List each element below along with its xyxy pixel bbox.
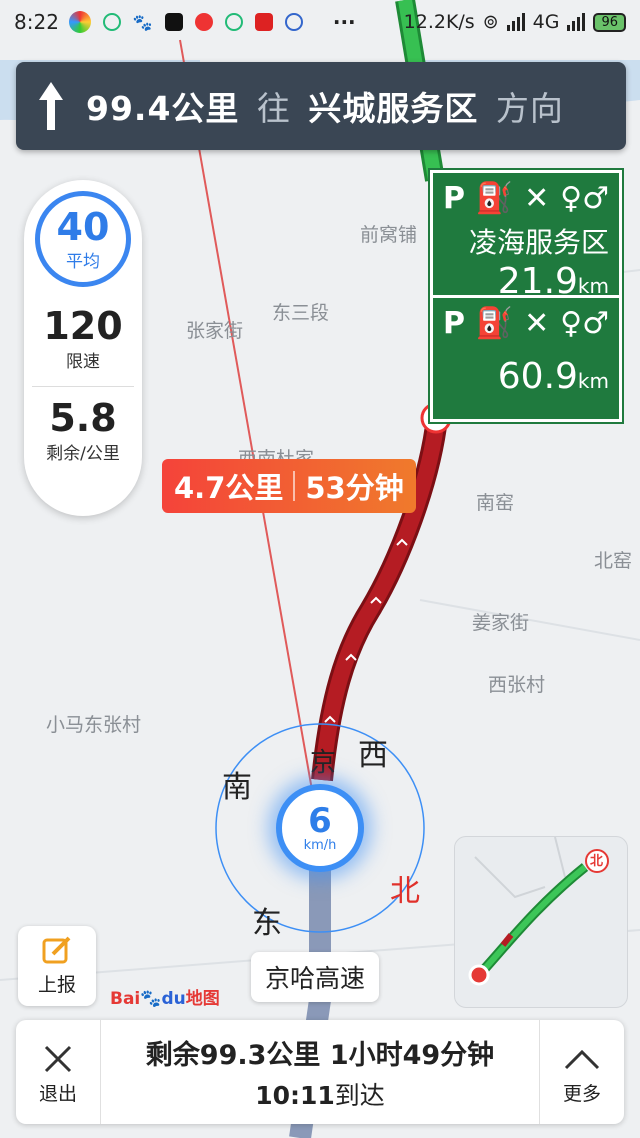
exit-button[interactable]: 退出 xyxy=(16,1020,100,1124)
service-area-distance: 60.9 xyxy=(497,356,578,397)
average-speed-badge: 40 平均 xyxy=(35,191,131,287)
tiktok-icon xyxy=(164,13,183,31)
banner-direction-word: 方向 xyxy=(495,89,564,128)
service-area-name: 凌海服务区 xyxy=(468,226,609,259)
more-button[interactable]: 更多 xyxy=(540,1020,624,1124)
report-button[interactable]: 上报 xyxy=(18,926,96,1006)
speed-limit: 120 限速 xyxy=(24,305,142,372)
news-icon xyxy=(254,13,273,31)
service-area-row: P ⛽ ✕ ♀♂ 60.9km xyxy=(433,295,619,417)
status-bar: 8:22 🐾 ··· 12.2K/s ⊚ 4G 96 xyxy=(0,0,640,44)
place-label: 张家街 xyxy=(186,320,244,342)
fuel-icon: ⛽ xyxy=(475,305,514,341)
edit-icon xyxy=(18,934,96,970)
logo-map: 地图 xyxy=(185,989,220,1009)
place-label: 西张村 xyxy=(488,674,546,696)
app-icon-2 xyxy=(102,13,121,31)
banner-target: 兴城服务区 xyxy=(308,89,479,128)
restaurant-icon: ✕ xyxy=(524,180,550,216)
paw-icon: 🐾 xyxy=(132,12,153,32)
minimap-north-icon: 北 xyxy=(590,854,604,869)
more-notifications-icon: ··· xyxy=(332,10,356,34)
current-speed-indicator: 6 km/h xyxy=(276,784,364,872)
current-speed-unit: km/h xyxy=(303,837,337,853)
banner-distance: 99.4公里 xyxy=(86,89,240,128)
distance-unit: km xyxy=(577,369,609,393)
signal-icon-2 xyxy=(567,13,586,31)
clock: 8:22 xyxy=(14,10,59,34)
speed-panel: 40 平均 120 限速 5.8 剩余/公里 xyxy=(24,180,142,516)
app-icon-8 xyxy=(284,13,303,31)
logo-du: du xyxy=(161,989,186,1009)
place-label: 姜家街 xyxy=(472,612,530,634)
divider xyxy=(293,471,296,501)
facility-icons: P ⛽ ✕ ♀♂ xyxy=(443,304,609,342)
place-label: 南窑 xyxy=(476,492,515,514)
weibo-icon xyxy=(194,13,213,31)
compass-west: 西 xyxy=(358,738,388,773)
compass-north: 北 xyxy=(390,874,420,909)
app-icon-6 xyxy=(224,13,243,31)
next-direction-banner[interactable]: 99.4公里 往 兴城服务区 方向 xyxy=(16,62,626,150)
compass-south: 南 xyxy=(222,770,252,805)
logo-bai: Bai xyxy=(110,989,141,1009)
chevron-up-icon xyxy=(564,1039,600,1079)
restroom-icon: ♀♂ xyxy=(560,180,609,216)
notification-icons: 🐾 ··· xyxy=(68,10,356,34)
facility-icons: P ⛽ ✕ ♀♂ xyxy=(443,179,609,217)
place-label: 小马东张村 xyxy=(46,714,142,736)
current-speed-value: 6 xyxy=(308,800,332,841)
remaining-distance-label: 剩余/公里 xyxy=(46,444,120,464)
bottom-bar: 退出 剩余99.3公里 1小时49分钟 10:11到达 更多 xyxy=(16,1020,624,1124)
signal-icon xyxy=(506,13,525,31)
straight-arrow-icon xyxy=(16,80,86,132)
remaining-distance: 5.8 剩余/公里 xyxy=(24,397,142,464)
average-speed-label: 平均 xyxy=(66,251,100,272)
network-type: 4G xyxy=(532,11,560,33)
battery-icon: 96 xyxy=(593,12,626,32)
parking-icon: P xyxy=(443,180,465,216)
logo-paw: 🐾 xyxy=(140,989,162,1009)
overview-minimap[interactable]: 北 xyxy=(454,836,628,1008)
circle-app-icon xyxy=(68,11,91,33)
speed-limit-label: 限速 xyxy=(66,352,100,372)
congestion-time: 53分钟 xyxy=(305,471,404,505)
current-road-name: 京哈高速 xyxy=(251,952,380,1002)
compass-east: 东 xyxy=(252,906,282,941)
fuel-icon: ⛽ xyxy=(475,180,514,216)
arrival-time: 10:11 xyxy=(255,1080,335,1110)
trip-summary[interactable]: 剩余99.3公里 1小时49分钟 10:11到达 xyxy=(100,1020,540,1124)
remaining-summary: 剩余99.3公里 1小时49分钟 xyxy=(145,1039,495,1071)
service-area-row: P ⛽ ✕ ♀♂ 凌海服务区 21.9km xyxy=(433,173,619,303)
arrival-label: 到达 xyxy=(334,1080,385,1110)
more-label: 更多 xyxy=(562,1082,601,1105)
place-label: 前窝铺 xyxy=(360,224,418,246)
banner-toward: 往 xyxy=(256,89,291,128)
place-label: 东三段 xyxy=(272,302,330,324)
average-speed-value: 40 xyxy=(56,204,110,249)
exit-label: 退出 xyxy=(38,1082,77,1105)
speed-limit-value: 120 xyxy=(43,304,123,348)
remaining-distance-value: 5.8 xyxy=(49,396,117,440)
congestion-eta-tag[interactable]: 4.7公里 53分钟 xyxy=(162,459,416,513)
service-area-sign[interactable]: P ⛽ ✕ ♀♂ 凌海服务区 21.9km P ⛽ ✕ ♀♂ 60.9km xyxy=(428,168,624,424)
close-icon xyxy=(43,1039,73,1079)
restaurant-icon: ✕ xyxy=(524,305,550,341)
place-label: 北窑 xyxy=(594,550,633,572)
congestion-distance: 4.7公里 xyxy=(174,471,284,505)
net-speed: 12.2K/s xyxy=(403,11,475,33)
hotspot-icon: ⊚ xyxy=(482,11,499,33)
parking-icon: P xyxy=(443,305,465,341)
baidu-map-logo: Bai🐾du地图 xyxy=(110,984,220,1009)
road-char-label: 京 xyxy=(310,748,337,778)
restroom-icon: ♀♂ xyxy=(560,305,609,341)
divider xyxy=(32,386,134,387)
report-label: 上报 xyxy=(37,974,76,996)
